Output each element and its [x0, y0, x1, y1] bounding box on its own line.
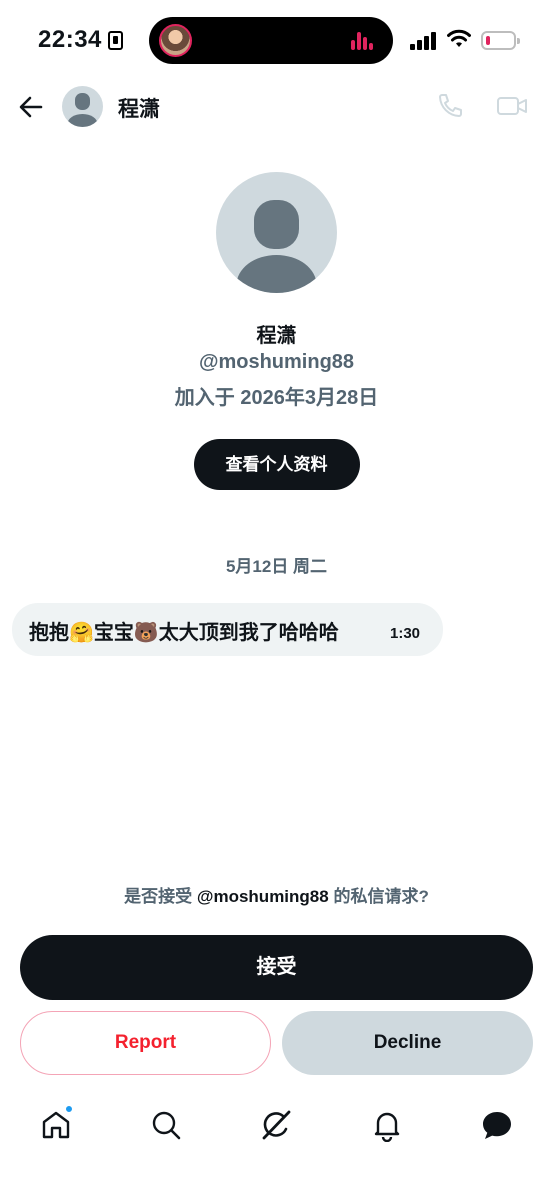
- conversation-header: 程潇: [0, 84, 553, 128]
- video-camera-icon[interactable]: [496, 92, 528, 120]
- search-icon: [152, 1111, 181, 1140]
- message-time: 1:30: [390, 625, 421, 642]
- profile-avatar[interactable]: [216, 172, 337, 293]
- prompt-prefix: 是否接受: [124, 887, 197, 906]
- wifi-icon: [447, 29, 471, 47]
- contact-name[interactable]: 程潇: [118, 93, 160, 123]
- nav-messages[interactable]: [480, 1108, 514, 1142]
- view-profile-button[interactable]: 查看个人资料: [193, 439, 360, 490]
- battery-icon: [481, 31, 520, 50]
- decline-button[interactable]: Decline: [282, 1011, 533, 1075]
- message-bubble[interactable]: 抱抱🤗宝宝🐻太大顶到我了哈哈哈 1:30: [12, 603, 443, 656]
- battery-level: [486, 36, 490, 45]
- message-text: 抱抱🤗宝宝🐻太大顶到我了哈哈哈: [29, 622, 339, 644]
- status-bar: 22:34: [0, 0, 553, 84]
- profile-handle: @moshuming88: [198, 351, 355, 373]
- date-separator: 5月12日 周二: [225, 557, 328, 576]
- dynamic-island[interactable]: [149, 17, 393, 64]
- profile-joined-date: 加入于 2026年3月28日: [174, 387, 379, 409]
- nav-grok[interactable]: [259, 1108, 293, 1142]
- nav-search[interactable]: [149, 1108, 183, 1142]
- contact-avatar[interactable]: [62, 86, 103, 127]
- prompt-handle: @moshuming88: [196, 887, 329, 906]
- back-arrow-icon[interactable]: [16, 92, 46, 122]
- live-activity-avatar: [159, 24, 192, 57]
- home-notification-dot: [65, 1105, 73, 1113]
- cellular-signal-icon: [410, 30, 438, 50]
- nav-home[interactable]: [39, 1105, 73, 1142]
- profile-name: 程潇: [256, 325, 297, 347]
- home-icon: [42, 1111, 70, 1139]
- phone-icon[interactable]: [436, 92, 464, 120]
- prompt-suffix: 的私信请求?: [328, 887, 429, 906]
- message-request-prompt: 是否接受 @moshuming88 的私信请求?: [0, 882, 553, 907]
- bottom-navigation: [0, 1100, 553, 1156]
- grok-icon: [262, 1110, 291, 1140]
- notifications-icon: [374, 1112, 400, 1143]
- nav-notifications[interactable]: [370, 1108, 404, 1143]
- contact-card-icon: [108, 31, 123, 50]
- accept-button[interactable]: 接受: [20, 935, 533, 1000]
- messages-icon: [483, 1112, 511, 1139]
- profile-summary: 程潇 @moshuming88 加入于 2026年3月28日 查看个人资料: [0, 172, 553, 490]
- audio-bars-icon: [351, 30, 373, 50]
- status-time: 22:34: [38, 26, 102, 53]
- report-button[interactable]: Report: [20, 1011, 271, 1075]
